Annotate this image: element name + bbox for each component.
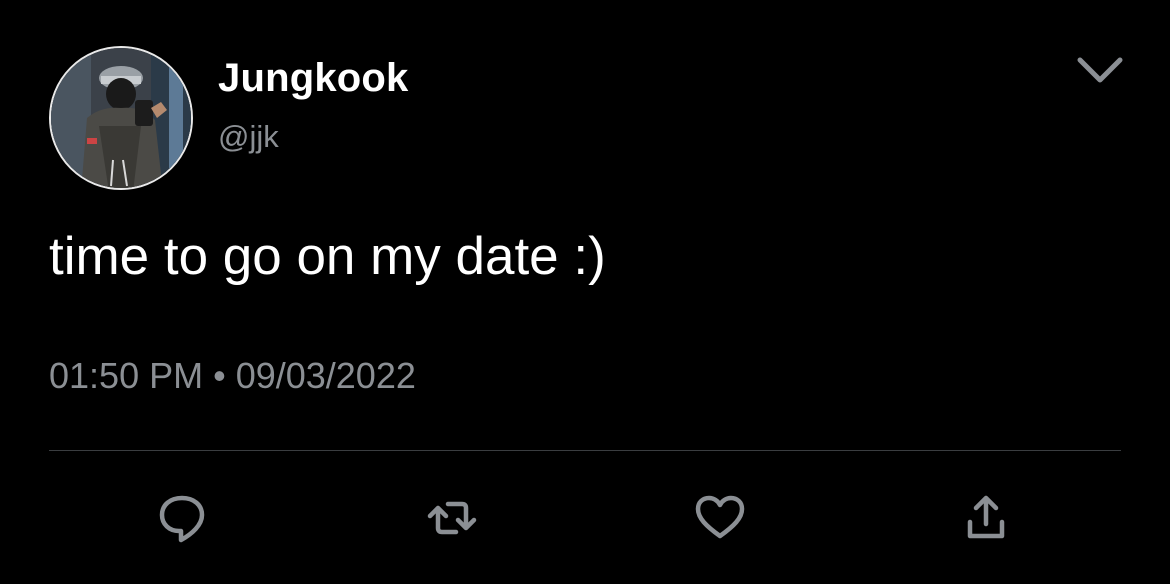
reply-button[interactable] (154, 490, 210, 546)
retweet-button[interactable] (424, 490, 480, 546)
reply-icon (159, 495, 205, 543)
share-button[interactable] (958, 490, 1014, 546)
tweet-card: Jungkook @jjk time to go on my date :) 0… (0, 0, 1170, 584)
display-name[interactable]: Jungkook (218, 56, 409, 101)
tweet-timestamp[interactable]: 01:50 PM • 09/03/2022 (49, 355, 416, 397)
profile-photo-icon (51, 48, 191, 188)
chevron-down-icon[interactable] (1074, 52, 1126, 88)
divider (49, 450, 1121, 451)
retweet-icon (427, 501, 477, 535)
avatar[interactable] (49, 46, 193, 190)
share-icon (967, 495, 1005, 539)
like-button[interactable] (692, 490, 748, 546)
tweet-text: time to go on my date :) (49, 227, 606, 286)
heart-icon (695, 495, 745, 539)
user-handle[interactable]: @jjk (218, 119, 279, 155)
